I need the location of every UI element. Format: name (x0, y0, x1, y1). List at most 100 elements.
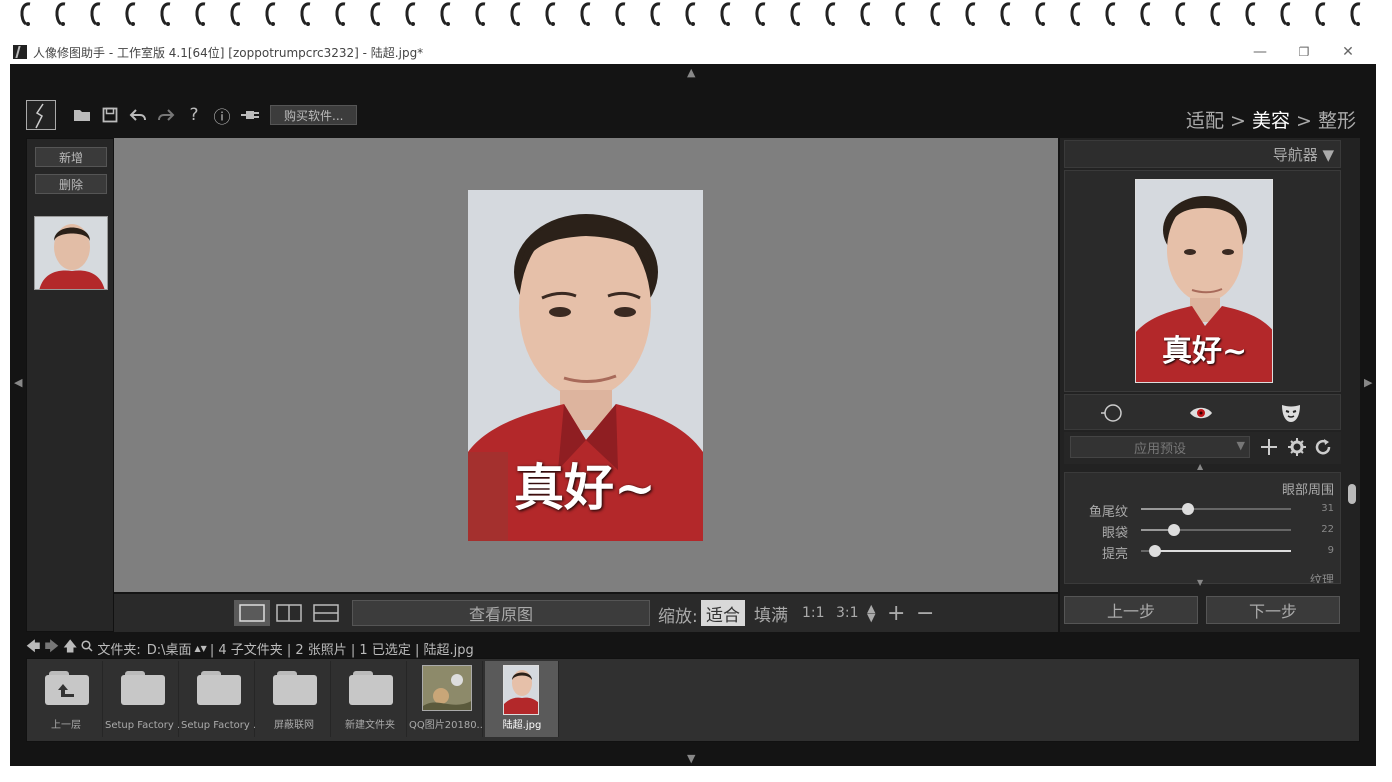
photo-overlay-text: 真好~ (514, 458, 656, 517)
preset-select[interactable]: 应用预设 ▼ (1070, 436, 1250, 458)
filmstrip-item[interactable]: Setup Factory ... (181, 661, 255, 737)
filmstrip-item[interactable]: QQ图片20180... (409, 661, 483, 737)
filmstrip-item[interactable]: 上一层 (29, 661, 103, 737)
search-icon[interactable] (81, 640, 93, 656)
add-button[interactable]: 新增 (35, 147, 107, 167)
spiral-ring (718, 0, 734, 30)
folder-icon[interactable] (68, 101, 96, 129)
spiral-ring (963, 0, 979, 30)
folder-path-stepper-icon[interactable]: ▲▼ (195, 644, 207, 653)
folder-stats: | 4 子文件夹 | 2 张照片 | 1 已选定 | 陆超.jpg (209, 642, 474, 658)
filmstrip-item[interactable]: 陆超.jpg (485, 661, 559, 737)
slider-value: 31 (1321, 503, 1334, 514)
folder-label: 文件夹: (97, 642, 141, 658)
zoom-3-1-button[interactable]: 3:1 (831, 600, 864, 626)
spiral-ring (333, 0, 349, 30)
zoom-stepper-icon[interactable]: ▲ ▼ (862, 600, 880, 626)
info-icon[interactable]: ⓘ (208, 101, 236, 129)
plugin-icon[interactable] (236, 101, 264, 129)
help-icon[interactable]: ? (180, 101, 208, 129)
mask-icon[interactable] (1279, 401, 1303, 425)
edited-photo[interactable]: 真好~ (468, 190, 703, 541)
split-vertical-button[interactable] (271, 600, 307, 626)
up-arrow-icon[interactable]: 🡅 (63, 636, 77, 660)
folder-path-select[interactable]: D:\桌面 (147, 639, 192, 658)
slider-track[interactable] (1141, 503, 1291, 515)
navigator-preview[interactable]: 真好~ (1135, 179, 1273, 383)
zoom-out-button[interactable]: − (911, 600, 939, 626)
slider-row: 提亮 9 (1065, 541, 1340, 562)
mode-reshape[interactable]: 整形 (1318, 110, 1356, 132)
spiral-ring (1068, 0, 1084, 30)
reset-circle-icon[interactable] (1099, 401, 1123, 425)
redo-icon[interactable] (152, 101, 180, 129)
main-toolbar: ? ⓘ 购买软件... (26, 98, 358, 132)
red-eye-icon[interactable] (1189, 401, 1213, 425)
minimize-button[interactable]: — (1238, 40, 1282, 64)
collapse-left-arrow-icon[interactable]: ◀ (14, 376, 22, 389)
slider-handle[interactable] (1168, 524, 1180, 536)
panel-scrollbar[interactable] (1348, 484, 1356, 504)
mode-beauty[interactable]: 美容 (1252, 110, 1290, 132)
preset-row: 应用预设 ▼ (1064, 432, 1341, 464)
add-preset-icon[interactable] (1258, 436, 1280, 458)
collapse-bottom-arrow-icon[interactable]: ▼ (687, 752, 695, 765)
mode-separator: > (1289, 110, 1318, 132)
close-button[interactable]: ✕ (1326, 40, 1370, 64)
spiral-ring (228, 0, 244, 30)
slider-handle[interactable] (1148, 545, 1161, 557)
slider-handle[interactable] (1181, 503, 1194, 515)
mode-breadcrumb: 适配 > 美容 > 整形 (1186, 106, 1356, 133)
filmstrip-label: Setup Factory ... (181, 720, 255, 731)
spiral-ring (998, 0, 1014, 30)
spiral-ring (1103, 0, 1119, 30)
zoom-fill-button[interactable]: 填满 (749, 600, 793, 626)
scroll-up-arrow-icon[interactable]: ▲ (1197, 462, 1203, 471)
spiral-ring (893, 0, 909, 30)
spiral-ring (543, 0, 559, 30)
single-view-button[interactable] (234, 600, 270, 626)
filmstrip-label: 上一层 (51, 720, 81, 731)
save-icon[interactable] (96, 101, 124, 129)
zoom-fit-button[interactable]: 适合 (701, 600, 745, 626)
navigator-overlay-text: 真好~ (1162, 334, 1248, 369)
image-canvas[interactable]: 真好~ (114, 138, 1058, 592)
back-arrow-icon[interactable]: 🡄 (26, 636, 40, 660)
spiral-binding-decoration (0, 0, 1392, 34)
buy-software-button[interactable]: 购买软件... (270, 105, 358, 125)
mode-separator: > (1223, 110, 1252, 132)
slider-track[interactable] (1141, 524, 1291, 536)
face-thumbnail[interactable] (34, 216, 108, 290)
undo-icon[interactable] (124, 101, 152, 129)
adjust-section: 眼部周围 鱼尾纹 31 眼袋 22 提亮 9 纹理 (1064, 472, 1341, 584)
slider-fill (1154, 550, 1291, 552)
previous-step-button[interactable]: 上一步 (1064, 596, 1198, 624)
split-horizontal-button[interactable] (308, 600, 344, 626)
scroll-down-arrow-icon[interactable]: ▼ (1197, 578, 1203, 587)
collapse-top-arrow-icon[interactable]: ▲ (687, 66, 695, 79)
forward-arrow-icon[interactable]: 🡆 (44, 636, 58, 660)
refresh-icon[interactable] (1312, 436, 1334, 458)
folder-icon (273, 671, 317, 705)
maximize-button[interactable]: ❐ (1282, 40, 1326, 64)
collapse-right-arrow-icon[interactable]: ▶ (1364, 376, 1372, 389)
zoom-1-1-button[interactable]: 1:1 (797, 600, 830, 626)
slider-track[interactable] (1141, 545, 1291, 557)
filmstrip-item[interactable]: 新建文件夹 (333, 661, 407, 737)
spiral-ring (1208, 0, 1224, 30)
slider-label: 眼袋 (1101, 526, 1128, 541)
navigator-header[interactable]: 导航器 ▼ (1064, 140, 1341, 168)
slider-value: 9 (1327, 545, 1334, 556)
spiral-ring (613, 0, 629, 30)
zoom-in-button[interactable]: + (882, 600, 910, 626)
spiral-ring (158, 0, 174, 30)
delete-button[interactable]: 删除 (35, 174, 107, 194)
filmstrip-label: 陆超.jpg (502, 720, 542, 731)
filmstrip-item[interactable]: 屏蔽联网 (257, 661, 331, 737)
mode-fit[interactable]: 适配 (1186, 110, 1224, 132)
view-original-button[interactable]: 查看原图 (352, 600, 650, 626)
next-step-button[interactable]: 下一步 (1206, 596, 1340, 624)
gear-icon[interactable] (1286, 436, 1308, 458)
filmstrip-item[interactable]: Setup Factory ... (105, 661, 179, 737)
section-title: 眼部周围 (1281, 483, 1334, 498)
